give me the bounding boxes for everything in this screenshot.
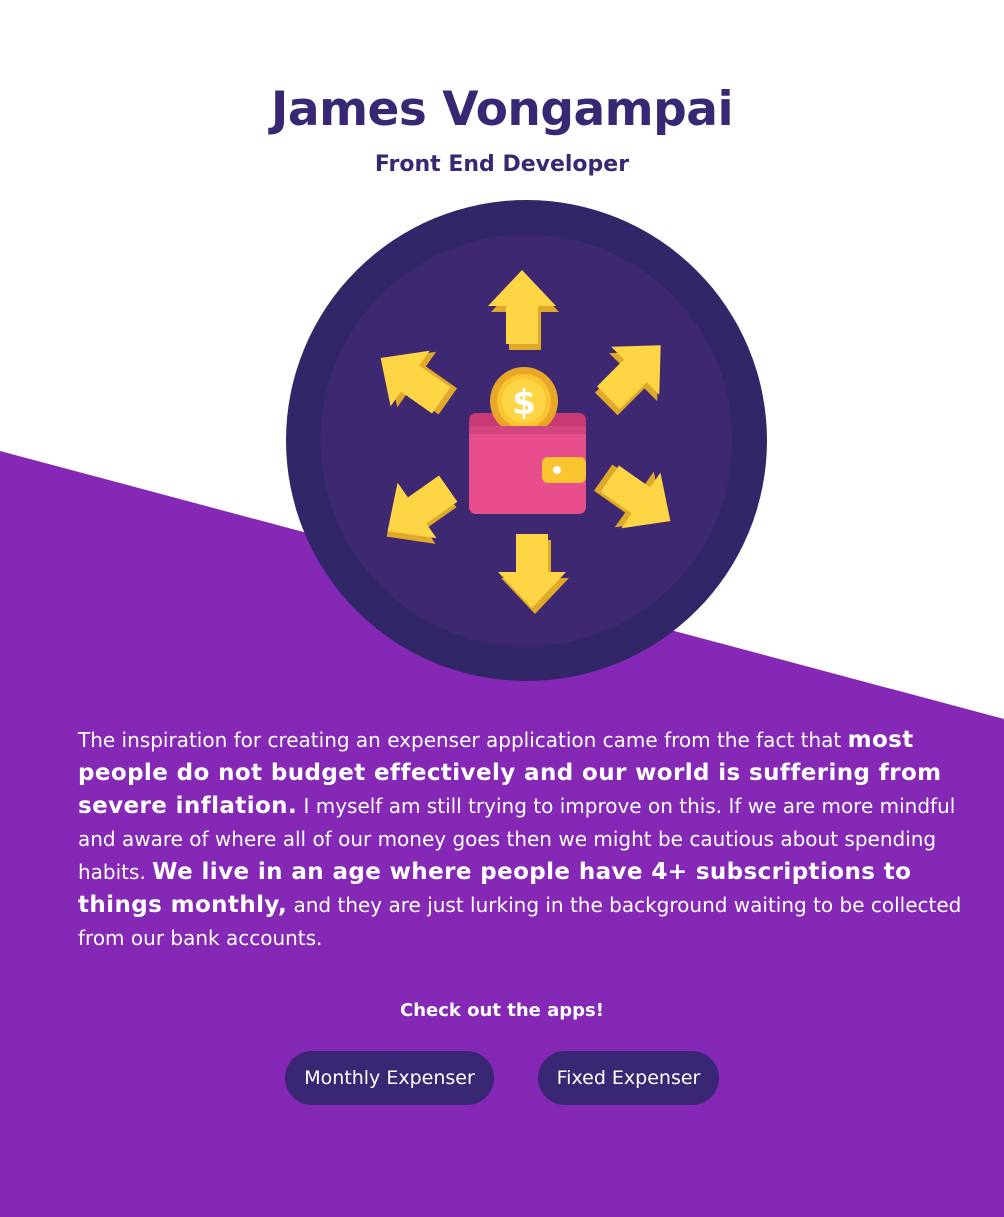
- coin-symbol: $: [512, 383, 536, 423]
- bio-text-1: The inspiration for creating an expenser…: [78, 728, 848, 752]
- page-subtitle: Front End Developer: [374, 152, 630, 177]
- bio-paragraph: The inspiration for creating an expenser…: [78, 724, 964, 955]
- app-buttons: Monthly Expenser Fixed Expenser: [0, 1051, 1004, 1105]
- fixed-expenser-button[interactable]: Fixed Expenser: [538, 1051, 719, 1105]
- coin-icon: $: [490, 367, 558, 435]
- page-title: James Vongampai: [270, 82, 734, 137]
- monthly-expenser-button[interactable]: Monthly Expenser: [285, 1051, 494, 1105]
- wallet-arrows-illustration: $: [286, 200, 767, 681]
- apps-heading: Check out the apps!: [400, 1000, 604, 1021]
